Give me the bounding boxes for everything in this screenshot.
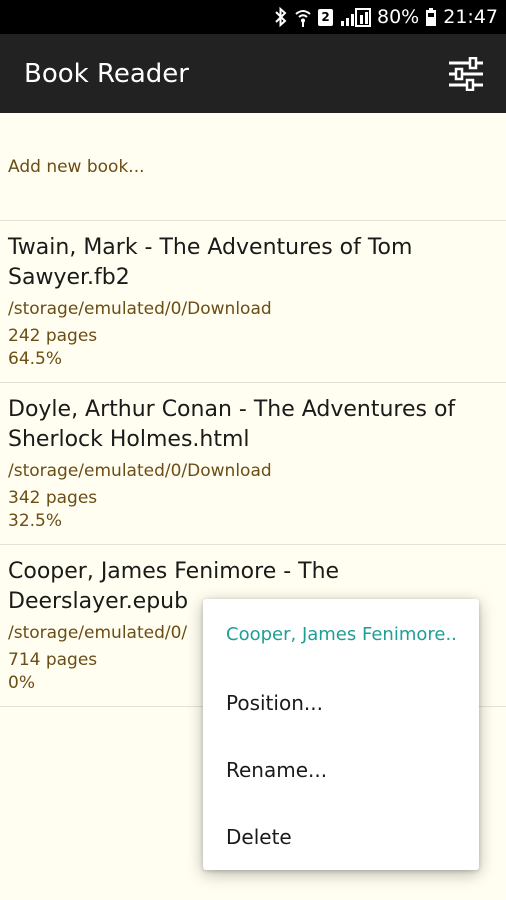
- book-item-sherlock-holmes[interactable]: Doyle, Arthur Conan - The Adventures of …: [0, 383, 506, 545]
- context-menu-title: Cooper, James Fenimore..: [226, 624, 457, 645]
- book-path: /storage/emulated/0/Download: [8, 461, 272, 481]
- menu-item-delete[interactable]: Delete: [203, 804, 479, 871]
- book-progress: 32.5%: [8, 511, 63, 531]
- settings-button[interactable]: [446, 54, 486, 94]
- app-bar: Book Reader: [0, 34, 506, 113]
- book-pages: 342 pages: [8, 488, 98, 508]
- wifi-icon: [294, 7, 312, 27]
- clock: 21:47: [443, 6, 498, 28]
- book-title: Doyle, Arthur Conan - The Adventures of …: [8, 397, 456, 452]
- menu-item-rename[interactable]: Rename...: [203, 737, 479, 804]
- app-title: Book Reader: [24, 58, 189, 89]
- signal-icon: [339, 7, 371, 27]
- bluetooth-icon: [274, 7, 288, 27]
- sliders-icon: [449, 56, 483, 91]
- add-book-label: Add new book...: [8, 156, 145, 177]
- context-menu: Cooper, James Fenimore.. Position... Ren…: [203, 599, 479, 870]
- book-item-tom-sawyer[interactable]: Twain, Mark - The Adventures of Tom Sawy…: [0, 221, 506, 383]
- battery-icon: [425, 7, 437, 27]
- book-progress: 64.5%: [8, 349, 63, 369]
- battery-percent: 80%: [377, 6, 420, 28]
- status-bar: 2 80% 21:47: [0, 0, 506, 34]
- menu-item-position[interactable]: Position...: [203, 670, 479, 737]
- book-path: /storage/emulated/0/Download: [8, 299, 272, 319]
- book-pages: 242 pages: [8, 326, 98, 346]
- sim-icon: 2: [318, 8, 333, 26]
- add-book-item[interactable]: Add new book...: [0, 113, 506, 221]
- book-title: Twain, Mark - The Adventures of Tom Sawy…: [8, 235, 413, 290]
